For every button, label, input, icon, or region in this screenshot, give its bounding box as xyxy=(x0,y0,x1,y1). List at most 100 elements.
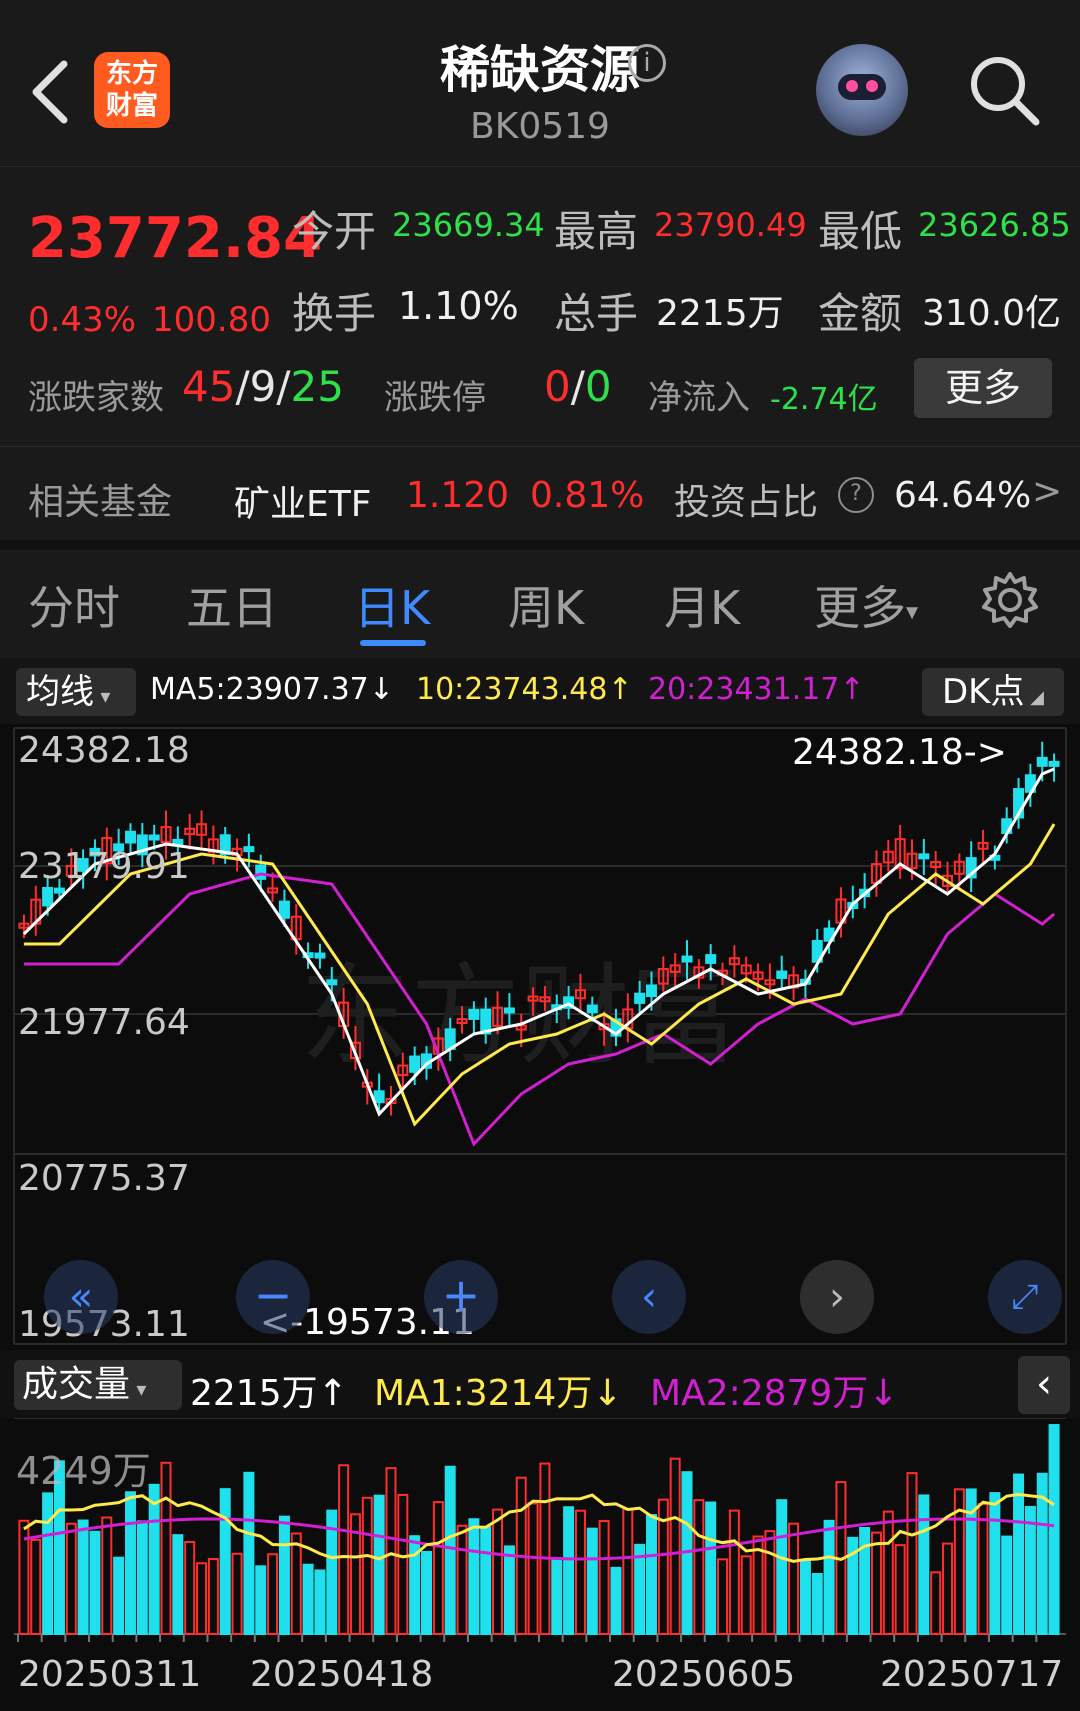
ma5-text: MA5:23907.37 xyxy=(150,672,369,707)
caret-down-icon: ▾ xyxy=(130,1377,147,1401)
volume-bar xyxy=(894,1544,906,1635)
scroll-left-button[interactable]: ‹ xyxy=(612,1260,686,1334)
volume-bar xyxy=(207,1557,219,1635)
volume-legend-bar: 成交量 ▾ 2215万↑ MA1:3214万↓ MA2:2879万↓ ‹ xyxy=(0,1350,1080,1418)
adv-down-count: 25 xyxy=(290,362,344,411)
indicator-selector-label: 均线 xyxy=(26,672,94,712)
ma20-text: 20:23431.17 xyxy=(648,672,840,707)
page-title: 稀缺资源 xyxy=(440,41,640,99)
price-axis-label: 23179.91 xyxy=(18,846,190,887)
volume-bar xyxy=(1048,1424,1060,1636)
tab-weekly-k[interactable]: 周K xyxy=(508,572,584,638)
volume-bar xyxy=(65,1522,77,1635)
candle-body xyxy=(124,830,136,844)
change-percent: 0.43% xyxy=(28,300,137,340)
volume-bar xyxy=(101,1516,113,1635)
tab-more[interactable]: 更多▾ xyxy=(814,572,918,638)
tab-monthly-k[interactable]: 月K xyxy=(664,572,740,638)
chevron-left-icon[interactable] xyxy=(22,52,82,132)
fund-name[interactable]: 矿业ETF xyxy=(234,475,371,527)
volume-bar xyxy=(669,1457,681,1635)
related-fund-row[interactable]: 相关基金 矿业ETF 1.120 0.81% 投资占比 ? 64.64% > xyxy=(0,447,1080,539)
scroll-right-button[interactable]: › xyxy=(800,1260,874,1334)
chevron-right-icon: › xyxy=(829,1274,845,1320)
volume-bar xyxy=(610,1566,622,1636)
turnover-value: 1.10% xyxy=(398,284,519,328)
volume-bar xyxy=(563,1506,575,1635)
volume-axis-max: 4249万 xyxy=(16,1449,151,1493)
volume-current-text: 2215万 xyxy=(190,1373,318,1414)
limit-up-count: 0 xyxy=(544,362,571,411)
jump-start-button[interactable]: « xyxy=(44,1260,118,1334)
tab-five-day[interactable]: 五日 xyxy=(186,572,278,638)
app-logo[interactable]: 东方 财富 xyxy=(94,52,170,128)
indicator-selector[interactable]: 均线 ▾ xyxy=(16,668,136,716)
ratio-label: 投资占比 xyxy=(674,482,819,523)
settings-gear-icon[interactable] xyxy=(980,570,1040,630)
collapse-panel-button[interactable]: ‹ xyxy=(1018,1356,1070,1414)
volume-bar xyxy=(361,1496,373,1635)
volume-ma2-text: MA2:2879万 xyxy=(650,1373,869,1414)
candle-body xyxy=(255,864,267,880)
help-icon[interactable]: ? xyxy=(838,477,874,513)
volume-bar xyxy=(124,1491,136,1636)
volume-bar xyxy=(942,1542,954,1635)
candle-body xyxy=(373,1090,385,1104)
ma10-value: 10:23743.48↑ xyxy=(416,672,633,707)
tab-intraday[interactable]: 分时 xyxy=(28,572,120,638)
volume-bar xyxy=(551,1557,563,1635)
adv-decline-label: 涨跌家数 xyxy=(28,378,164,418)
date-label: 20250418 xyxy=(250,1654,434,1695)
volume-bar xyxy=(1024,1505,1036,1635)
volume-bar xyxy=(930,1571,942,1635)
zoom-in-button[interactable]: + xyxy=(424,1260,498,1334)
chevron-right-icon[interactable]: > xyxy=(1032,471,1062,512)
volume-bar xyxy=(799,1560,811,1635)
volume-bar xyxy=(728,1509,740,1635)
volume-bar xyxy=(492,1508,504,1635)
candle-body xyxy=(42,886,54,907)
volume-bar xyxy=(906,1472,918,1636)
caret-down-icon: ▾ xyxy=(94,684,111,708)
volume-bar xyxy=(444,1465,456,1635)
double-chevron-left-icon: « xyxy=(68,1274,94,1320)
volume-bar xyxy=(468,1518,480,1635)
volume-bar xyxy=(278,1515,290,1635)
candle-body xyxy=(148,834,160,841)
more-button[interactable]: 更多 xyxy=(914,358,1052,418)
expand-icon: ⤢ xyxy=(1011,1277,1039,1317)
tab-daily-k[interactable]: 日K xyxy=(354,572,430,638)
volume-bar xyxy=(977,1503,989,1635)
separator: / xyxy=(276,362,291,411)
dk-point-button[interactable]: DK点 ◢ xyxy=(922,668,1064,716)
fullscreen-button[interactable]: ⤢ xyxy=(988,1260,1062,1334)
candle-body xyxy=(1048,760,1060,767)
volume-bar xyxy=(385,1467,397,1635)
volume-bar xyxy=(811,1572,823,1636)
ma-legend-bar: 均线 ▾ MA5:23907.37↓ 10:23743.48↑ 20:23431… xyxy=(0,658,1080,724)
volume-bar xyxy=(989,1492,1001,1636)
info-icon[interactable]: i xyxy=(628,44,666,82)
volume-bar xyxy=(338,1464,350,1636)
volume-bar xyxy=(243,1471,255,1636)
adv-decline-values: 45/9/25 xyxy=(182,362,344,411)
volume-bar xyxy=(859,1526,871,1635)
volume-bar xyxy=(421,1550,433,1635)
volume-bar xyxy=(503,1545,515,1635)
volume-ma2: MA2:2879万↓ xyxy=(650,1364,899,1416)
zoom-out-button[interactable]: − xyxy=(236,1260,310,1334)
candle-body xyxy=(172,838,184,845)
volume-bar xyxy=(918,1494,930,1636)
robot-avatar[interactable] xyxy=(816,44,908,136)
volume-selector-label: 成交量 xyxy=(22,1364,131,1405)
turnover-label: 换手 xyxy=(292,289,377,338)
volume-bar xyxy=(823,1519,835,1635)
adv-up-count: 45 xyxy=(182,362,236,411)
volume-bar xyxy=(77,1519,89,1635)
candle-body xyxy=(634,992,646,1004)
ma5-value: MA5:23907.37↓ xyxy=(150,672,394,707)
search-icon[interactable] xyxy=(966,52,1042,128)
volume-bar xyxy=(196,1562,208,1636)
volume-indicator-selector[interactable]: 成交量 ▾ xyxy=(14,1360,182,1410)
volume-plot xyxy=(14,1418,1066,1642)
